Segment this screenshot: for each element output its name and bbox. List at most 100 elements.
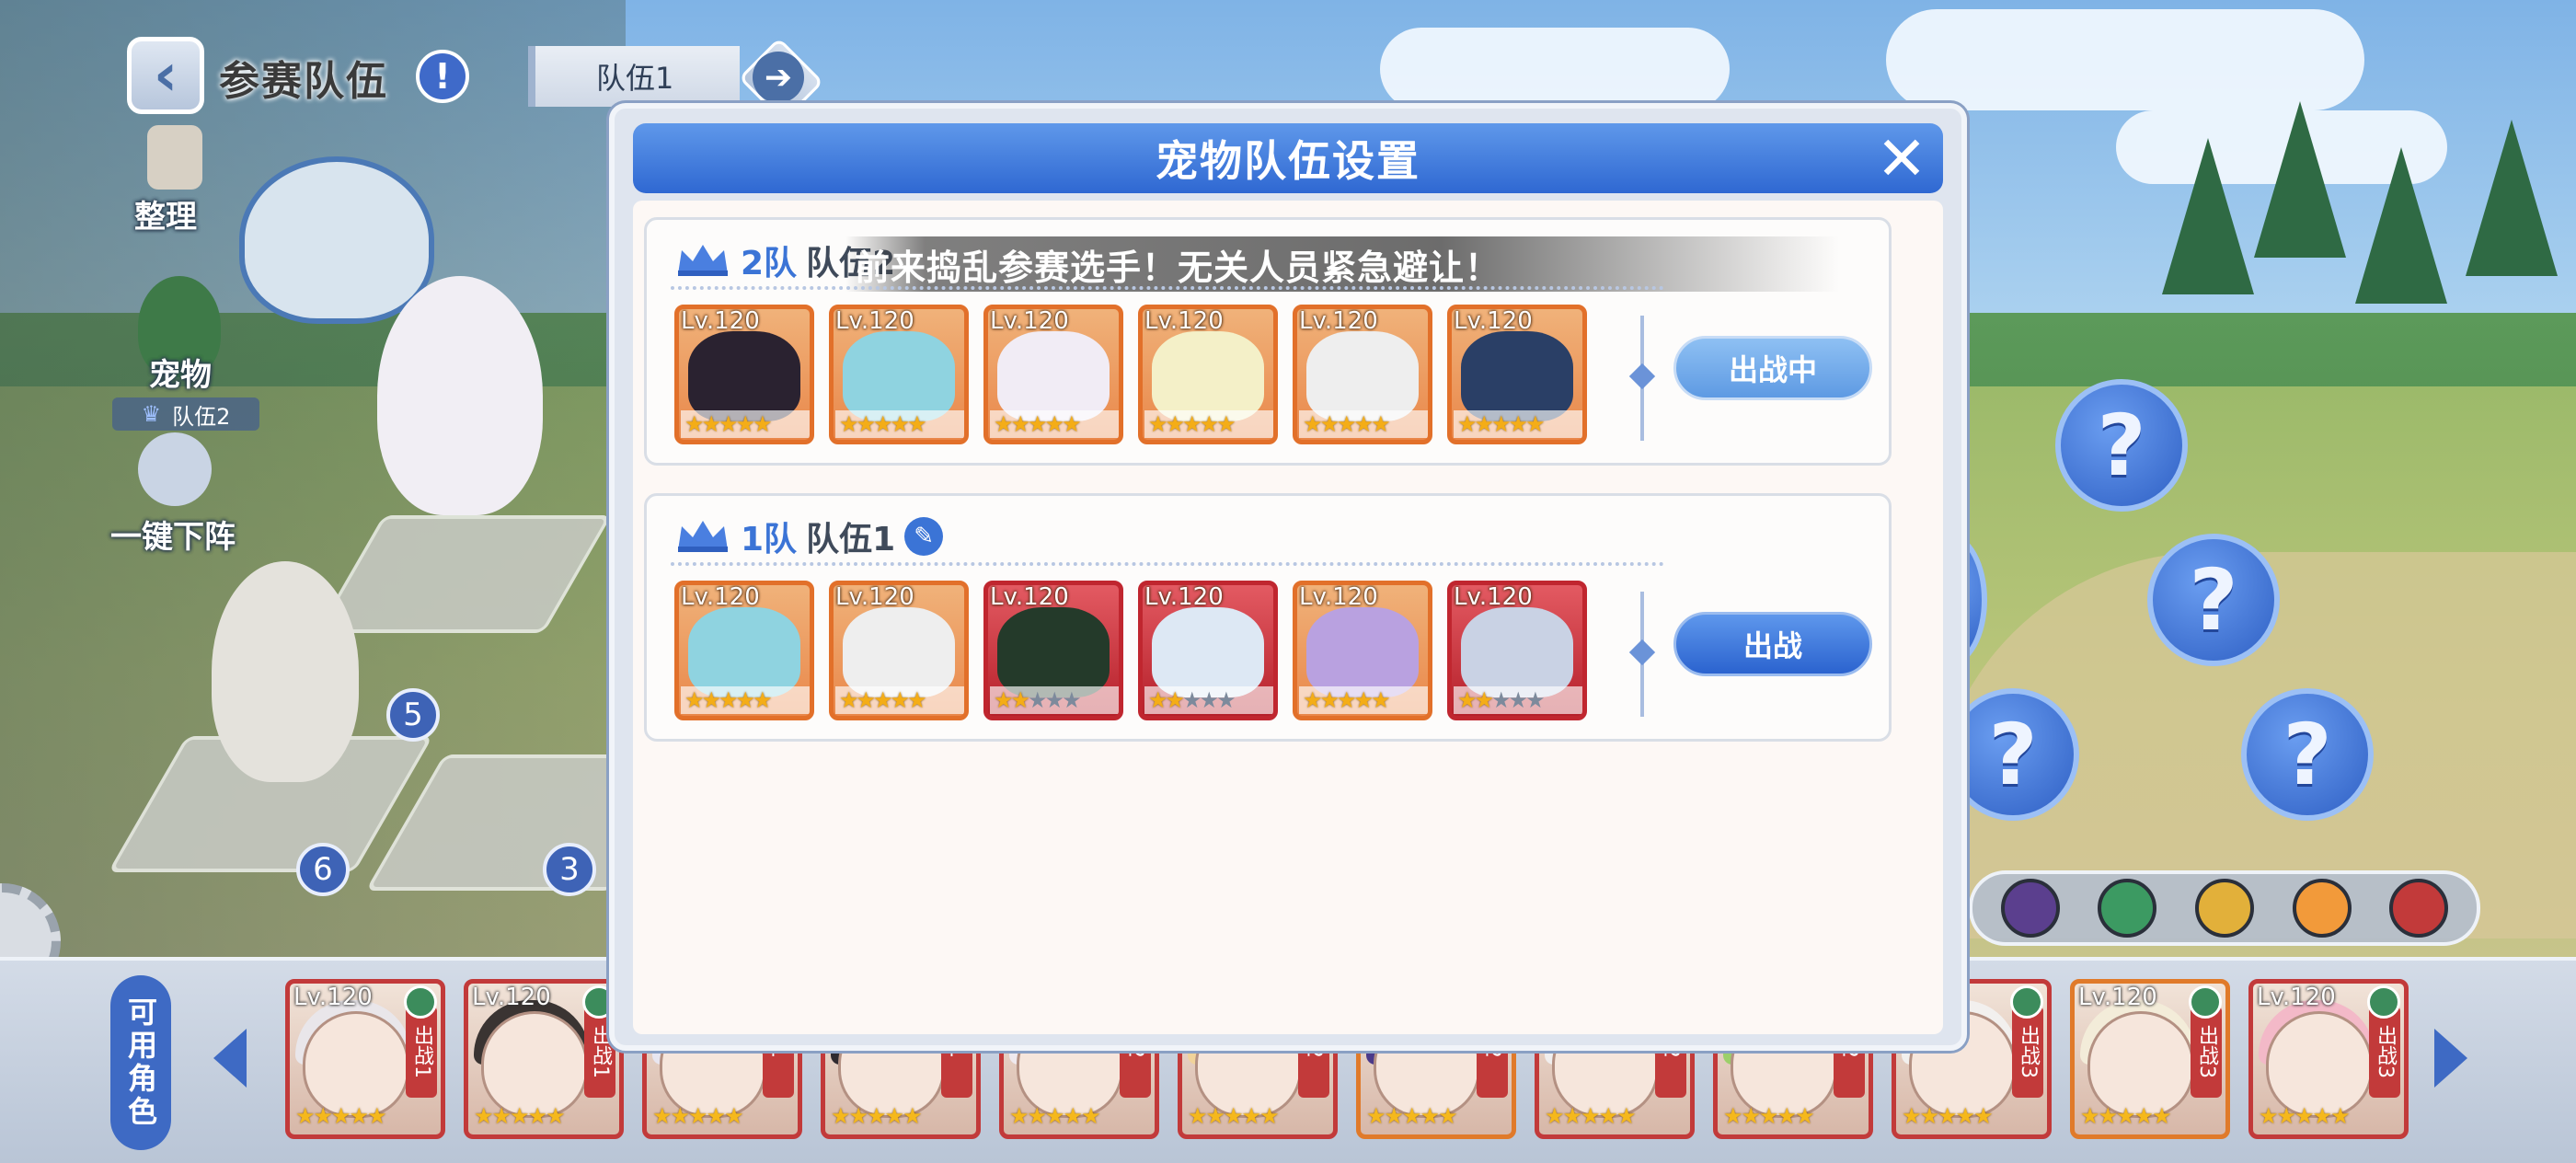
light-element-icon[interactable] <box>2292 879 2352 938</box>
unknown-slot-bubble[interactable]: ? <box>2147 534 2280 666</box>
divider-diamond <box>1628 639 1656 666</box>
star-icon: ★ <box>1199 411 1219 437</box>
element-filter-bar <box>1969 870 2480 946</box>
star-rating: ★★★★★ <box>1188 1103 1280 1129</box>
back-button[interactable]: ‹ <box>127 37 204 114</box>
chevron-left-icon: ‹ <box>153 41 178 109</box>
wind-element-icon[interactable] <box>2098 879 2157 938</box>
pine-tree <box>2355 147 2447 304</box>
pet-portrait <box>688 607 800 697</box>
pet-portrait <box>1306 331 1419 421</box>
pet-level: Lv.120 <box>1299 583 1378 611</box>
star-rating: ★★★★★ <box>2259 1103 2351 1129</box>
star-icon: ★ <box>1165 411 1185 437</box>
star-icon: ★ <box>890 687 910 713</box>
pet-level: Lv.120 <box>990 307 1069 335</box>
deploy-button[interactable]: 出战 <box>1673 612 1872 676</box>
character-card[interactable]: Lv.120 出战3 ★★★★★ <box>2070 979 2230 1139</box>
star-icon: ★ <box>1353 687 1374 713</box>
one-click-remove-button[interactable]: 一键下阵 <box>110 512 236 557</box>
broom-icon[interactable] <box>147 125 202 190</box>
character-face <box>303 1011 409 1118</box>
unknown-slot-bubble[interactable]: ? <box>2055 379 2188 512</box>
crown-icon <box>674 243 731 278</box>
close-icon[interactable]: ✕ <box>1869 123 1934 194</box>
info-icon[interactable]: ! <box>416 50 469 103</box>
star-rating: ★★★★★ <box>1454 410 1582 438</box>
star-icon: ★ <box>890 411 910 437</box>
pet-level: Lv.120 <box>1299 307 1378 335</box>
earth-element-icon[interactable] <box>2194 879 2254 938</box>
roster-prev-arrow[interactable] <box>213 1029 247 1088</box>
pet-card[interactable]: Lv.120 ★★★★★ <box>1138 305 1278 444</box>
star-rating: ★★★★★ <box>835 410 964 438</box>
star-icon: ★ <box>1303 687 1322 713</box>
pet-card[interactable]: Lv.120 ★★★★★ <box>1293 305 1432 444</box>
pet-card[interactable]: Lv.120 ★★★★★ <box>983 581 1123 720</box>
pet-portrait <box>1152 331 1264 421</box>
star-icon: ★ <box>1319 411 1340 437</box>
character-card[interactable]: Lv.120 出战1 ★★★★★ <box>285 979 445 1139</box>
deploy-tag: 出战3 <box>2191 1006 2222 1098</box>
fire-element-icon[interactable] <box>2389 879 2449 938</box>
star-icon: ★ <box>753 411 772 437</box>
pet-level: Lv.120 <box>990 583 1069 611</box>
pet-card[interactable]: Lv.120 ★★★★★ <box>829 305 969 444</box>
position-badge: 5 <box>386 688 440 742</box>
maid-character <box>212 561 359 782</box>
star-icon: ★ <box>1525 411 1545 437</box>
pet-portrait <box>997 607 1110 697</box>
pet-level: Lv.120 <box>835 307 914 335</box>
star-icon: ★ <box>1182 687 1202 713</box>
pet-card[interactable]: Lv.120 ★★★★★ <box>674 305 814 444</box>
pet-card[interactable]: Lv.120 ★★★★★ <box>674 581 814 720</box>
pet-card[interactable]: Lv.120 ★★★★★ <box>983 305 1123 444</box>
unequip-icon[interactable] <box>138 432 212 506</box>
available-characters-tab[interactable]: 可用角色 <box>110 975 171 1150</box>
dotted-divider <box>671 286 1664 290</box>
cloud <box>1380 28 1730 110</box>
character-card[interactable]: Lv.120 出战3 ★★★★★ <box>2248 979 2409 1139</box>
star-icon: ★ <box>1044 411 1064 437</box>
star-icon: ★ <box>873 687 892 713</box>
pet-team-tag: ♛ 队伍2 <box>112 397 259 431</box>
star-rating: ★★★★★ <box>1299 686 1428 714</box>
dark-element-icon[interactable] <box>2000 879 2060 938</box>
star-rating: ★★★★★ <box>295 1103 387 1129</box>
star-rating: ★★★★★ <box>1545 1103 1637 1129</box>
pet-slots: Lv.120 ★★★★★ Lv.120 ★★★★★ Lv.120 ★★★★★ Lv.120 ★… <box>674 305 1587 444</box>
pet-level: Lv.120 <box>835 583 914 611</box>
star-icon: ★ <box>907 411 926 437</box>
pet-button[interactable]: 宠物 <box>149 350 212 395</box>
character-card[interactable]: Lv.120 出战1 ★★★★★ <box>464 979 624 1139</box>
deploy-tag: 出战3 <box>2369 1006 2400 1098</box>
deployed-button[interactable]: 出战中 <box>1673 336 1872 400</box>
arrow-right-icon[interactable]: ➔ <box>753 52 804 103</box>
star-icon: ★ <box>839 411 858 437</box>
dialog-title: 宠物队伍设置 <box>633 123 1943 193</box>
roster-next-arrow[interactable] <box>2434 1029 2467 1088</box>
pet-card[interactable]: Lv.120 ★★★★★ <box>1293 581 1432 720</box>
star-icon: ★ <box>839 687 858 713</box>
edit-pencil-icon[interactable]: ✎ <box>904 517 944 556</box>
star-icon: ★ <box>1303 411 1322 437</box>
team-panel: 2队队伍2前来捣乱参赛选手！无关人员紧急避让！Lv.120★★★★★Lv.120… <box>644 217 1892 466</box>
pet-portrait <box>843 331 955 421</box>
organize-button[interactable]: 整理 <box>134 191 197 236</box>
pet-card[interactable]: Lv.120 ★★★★★ <box>1447 305 1587 444</box>
star-icon: ★ <box>994 411 1013 437</box>
character-level: Lv.120 <box>293 984 373 1011</box>
character-face <box>2266 1011 2373 1118</box>
star-icon: ★ <box>994 687 1013 713</box>
team-selector[interactable]: 队伍1 <box>528 46 740 107</box>
unknown-slot-bubble[interactable]: ? <box>2241 688 2374 821</box>
star-icon: ★ <box>1199 687 1219 713</box>
pet-card[interactable]: Lv.120 ★★★★★ <box>829 581 969 720</box>
star-rating: ★★★★★ <box>835 686 964 714</box>
pet-card[interactable]: Lv.120 ★★★★★ <box>1447 581 1587 720</box>
cloud <box>1886 9 2364 110</box>
pet-card[interactable]: Lv.120 ★★★★★ <box>1138 581 1278 720</box>
pet-portrait <box>997 331 1110 421</box>
page-title: 参赛队伍 <box>219 58 388 105</box>
character-face <box>2087 1011 2194 1118</box>
